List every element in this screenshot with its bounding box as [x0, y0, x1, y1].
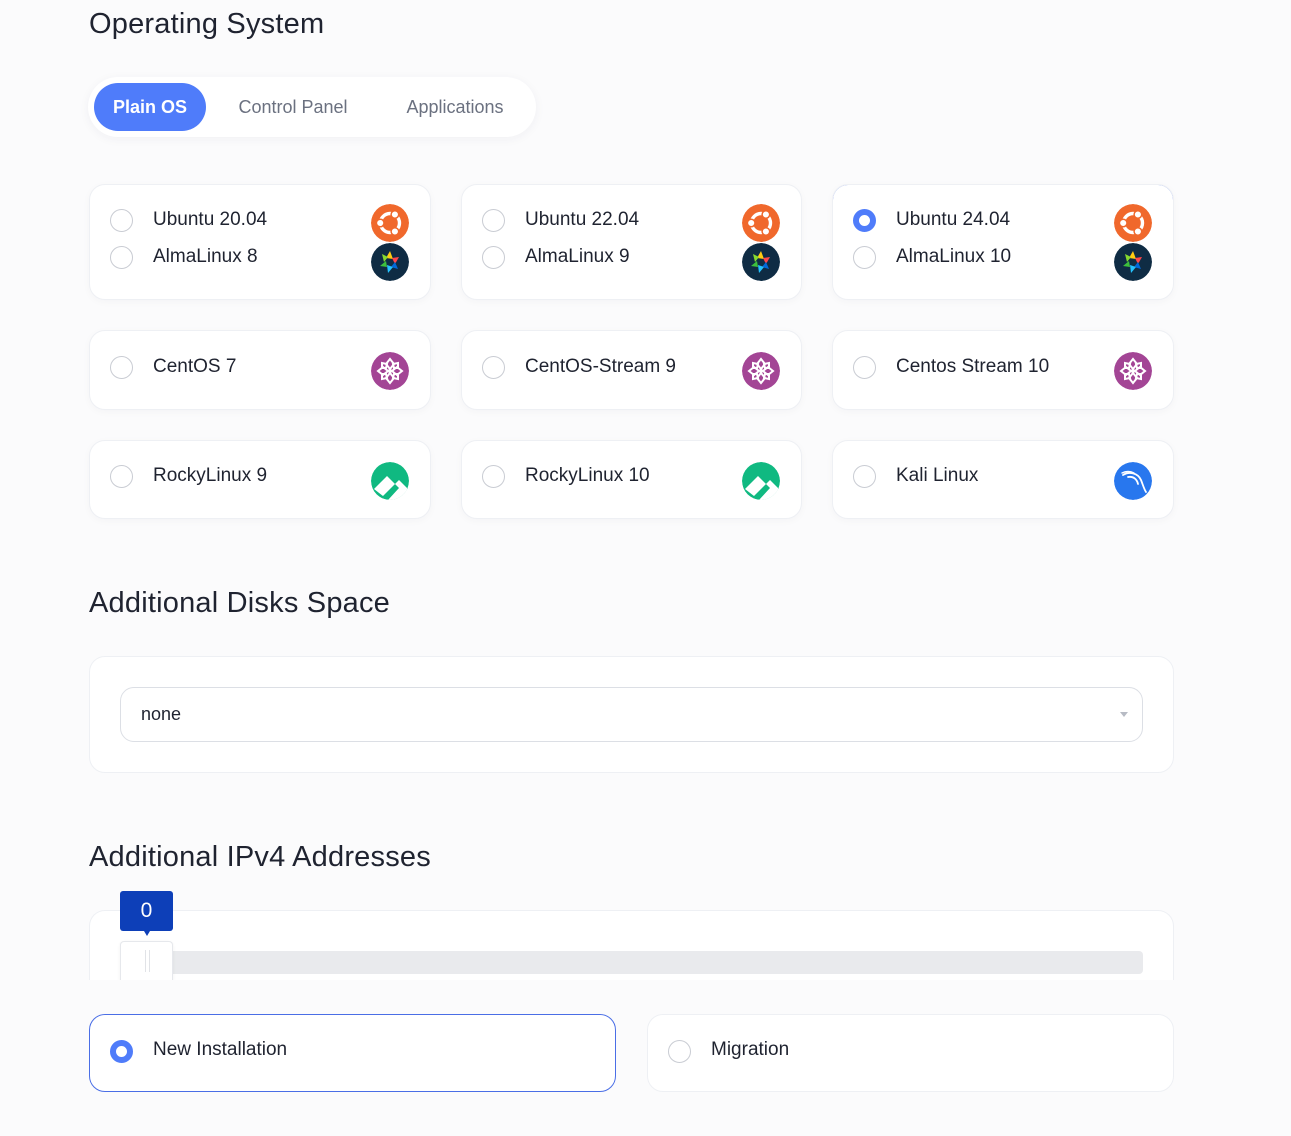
radio-button[interactable]: [853, 356, 876, 379]
centos-icon: [371, 352, 409, 390]
os-configuration-page: Operating System Plain OS Control Panel …: [0, 0, 1291, 1136]
os-label: CentOS-Stream 9: [525, 356, 676, 377]
grip-icon: [145, 950, 150, 972]
os-category-tabs: Plain OS Control Panel Applications: [88, 77, 536, 137]
ipv4-slider-handle[interactable]: [120, 941, 173, 981]
radio-button[interactable]: [110, 465, 133, 488]
radio-button[interactable]: [853, 246, 876, 269]
os-row: CentOS-Stream 9: [462, 351, 801, 390]
ubuntu-icon: [1114, 204, 1152, 242]
os-option-ubuntu-22-04[interactable]: Ubuntu 22.04: [462, 204, 801, 242]
ipv4-section-title: Additional IPv4 Addresses: [89, 841, 431, 873]
rocky-icon: [371, 462, 409, 500]
os-card-ubuntu-24-almalinux-10: Ubuntu 24.04 AlmaLinux 10: [832, 184, 1174, 300]
os-option-ubuntu-20-04[interactable]: Ubuntu 20.04: [90, 204, 430, 242]
os-label: Ubuntu 20.04: [153, 209, 268, 230]
os-option-rockylinux-9[interactable]: RockyLinux 9: [89, 440, 431, 519]
ipv4-slider-track[interactable]: [120, 951, 1143, 974]
os-label: AlmaLinux 10: [896, 246, 1012, 267]
radio-button[interactable]: [853, 465, 876, 488]
radio-button[interactable]: [482, 465, 505, 488]
os-label: RockyLinux 10: [525, 465, 650, 486]
os-label: Kali Linux: [896, 465, 979, 486]
almalinux-icon: [371, 243, 409, 281]
ubuntu-icon: [742, 204, 780, 242]
os-option-almalinux-10[interactable]: AlmaLinux 10: [833, 242, 1173, 281]
os-row: Kali Linux: [833, 461, 1173, 500]
os-label: AlmaLinux 9: [525, 246, 630, 267]
radio-button[interactable]: [110, 246, 133, 269]
radio-button[interactable]: [110, 356, 133, 379]
centos-icon: [1114, 352, 1152, 390]
radio-button-checked[interactable]: [853, 209, 876, 232]
tab-applications[interactable]: Applications: [384, 83, 526, 131]
os-label: Ubuntu 22.04: [525, 209, 640, 230]
option-new-installation[interactable]: New Installation: [89, 1014, 616, 1092]
os-option-centos-stream-10[interactable]: Centos Stream 10: [832, 330, 1174, 410]
option-label: Migration: [711, 1039, 790, 1060]
ipv4-value-tooltip: 0: [120, 891, 173, 936]
rocky-icon: [742, 462, 780, 500]
ipv4-card: [89, 910, 1174, 981]
tab-plain-os[interactable]: Plain OS: [94, 83, 206, 131]
disk-space-selected-value: none: [141, 704, 182, 724]
chevron-down-icon: [1120, 712, 1128, 717]
almalinux-icon: [742, 243, 780, 281]
os-option-rockylinux-10[interactable]: RockyLinux 10: [461, 440, 802, 519]
os-option-centos-7[interactable]: CentOS 7: [89, 330, 431, 410]
os-card-ubuntu-22-almalinux-9: Ubuntu 22.04 AlmaLinux 9: [461, 184, 802, 300]
os-card-ubuntu-20-almalinux-8: Ubuntu 20.04 AlmaLinux 8: [89, 184, 431, 300]
tab-control-panel[interactable]: Control Panel: [218, 83, 368, 131]
disks-section-title: Additional Disks Space: [89, 587, 390, 619]
os-label: Centos Stream 10: [896, 356, 1050, 377]
os-option-almalinux-9[interactable]: AlmaLinux 9: [462, 242, 801, 281]
ubuntu-icon: [371, 204, 409, 242]
disks-card: none: [89, 656, 1174, 773]
os-row: RockyLinux 9: [90, 461, 430, 500]
os-label: Ubuntu 24.04: [896, 209, 1011, 230]
os-row: RockyLinux 10: [462, 461, 801, 500]
os-label: AlmaLinux 8: [153, 246, 258, 267]
option-migration[interactable]: Migration: [647, 1014, 1174, 1092]
radio-button[interactable]: [668, 1040, 691, 1063]
radio-button[interactable]: [110, 209, 133, 232]
radio-button[interactable]: [482, 246, 505, 269]
os-label: CentOS 7: [153, 356, 237, 377]
disk-space-select[interactable]: none: [120, 687, 1143, 742]
radio-button-checked[interactable]: [110, 1040, 133, 1063]
radio-button[interactable]: [482, 209, 505, 232]
os-row: CentOS 7: [90, 351, 430, 390]
almalinux-icon: [1114, 243, 1152, 281]
os-option-centos-stream-9[interactable]: CentOS-Stream 9: [461, 330, 802, 410]
centos-icon: [742, 352, 780, 390]
kali-icon: [1114, 462, 1152, 500]
radio-button[interactable]: [482, 356, 505, 379]
os-option-kali-linux[interactable]: Kali Linux: [832, 440, 1174, 519]
os-option-ubuntu-24-04[interactable]: Ubuntu 24.04: [833, 204, 1173, 242]
option-label: New Installation: [153, 1039, 288, 1060]
os-label: RockyLinux 9: [153, 465, 268, 486]
os-section-title: Operating System: [89, 8, 325, 40]
os-row: Centos Stream 10: [833, 351, 1173, 390]
os-option-almalinux-8[interactable]: AlmaLinux 8: [90, 242, 430, 281]
